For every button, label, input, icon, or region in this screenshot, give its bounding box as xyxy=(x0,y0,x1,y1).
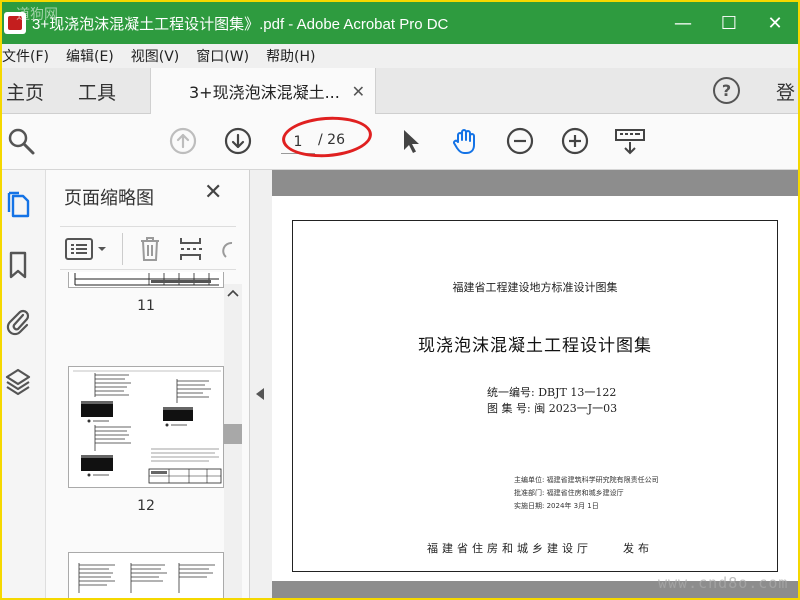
tab-bar: 主页 工具 3+现浇泡沫混凝土... ✕ ? 登 xyxy=(2,68,798,114)
document-publish-word: 发布 xyxy=(623,542,653,555)
document-title: 现浇泡沫混凝土工程设计图集 xyxy=(418,336,652,356)
menu-window[interactable]: 窗口(W) xyxy=(196,46,258,66)
minimize-button[interactable]: — xyxy=(660,2,706,44)
document-code-line: 统一编号: DBJT 13一122 xyxy=(487,386,617,399)
thumbnails-panel: 页面缩略图 ✕ 11 12 xyxy=(46,170,250,598)
close-window-button[interactable]: ✕ xyxy=(752,2,798,44)
document-atlas-line: 图 集 号: 闽 2023一J一03 xyxy=(487,402,618,415)
previous-page-icon[interactable] xyxy=(168,126,198,156)
bookmark-icon[interactable] xyxy=(5,250,31,280)
document-editor-line: 主编单位: 福建省建筑科学研究院有限责任公司 xyxy=(514,476,659,484)
toolbar: 1 / 26 xyxy=(2,114,798,170)
menu-bar: 文件(F) 编辑(E) 视图(V) 窗口(W) 帮助(H) xyxy=(2,44,798,68)
menu-help[interactable]: 帮助(H) xyxy=(266,46,324,66)
thumbnail-list: 11 12 xyxy=(60,272,242,598)
attachment-icon[interactable] xyxy=(5,306,31,336)
insert-page-icon[interactable] xyxy=(178,235,204,263)
close-tab-icon[interactable]: ✕ xyxy=(352,82,365,101)
thumbnails-title: 页面缩略图 xyxy=(64,188,154,209)
page-border: 福建省工程建设地方标准设计图集 现浇泡沫混凝土工程设计图集 统一编号: DBJT… xyxy=(292,220,778,572)
document-page: 福建省工程建设地方标准设计图集 现浇泡沫混凝土工程设计图集 统一编号: DBJT… xyxy=(272,196,798,581)
options-menu-icon[interactable] xyxy=(64,237,110,261)
thumbnail-page-13[interactable] xyxy=(68,552,224,598)
rotate-page-icon[interactable] xyxy=(218,235,234,263)
toolbar-divider xyxy=(122,233,123,265)
menu-view[interactable]: 视图(V) xyxy=(131,46,189,66)
next-page-icon[interactable] xyxy=(223,126,253,156)
acrobat-window: 道狗网 3+现浇泡沫混凝土工程设计图集》.pdf - Adobe Acrobat… xyxy=(0,0,800,600)
thumbnail-page-11[interactable] xyxy=(68,272,224,288)
window-controls: — ☐ ✕ xyxy=(660,2,798,44)
layers-icon[interactable] xyxy=(5,366,31,396)
document-date-line: 实施日期: 2024年 3月 1日 xyxy=(514,502,599,510)
window-title: 3+现浇泡沫混凝土工程设计图集》.pdf - Adobe Acrobat Pro… xyxy=(32,15,449,33)
tab-home[interactable]: 主页 xyxy=(6,78,44,105)
zoom-out-icon[interactable] xyxy=(505,126,535,156)
thumbnail-number-12: 12 xyxy=(137,498,155,514)
delete-page-icon[interactable] xyxy=(138,235,162,263)
sign-in-link[interactable]: 登 xyxy=(776,78,795,105)
read-mode-icon[interactable] xyxy=(614,126,646,156)
panel-collapse-strip[interactable] xyxy=(250,170,272,598)
thumbnail-toolbar xyxy=(60,226,236,270)
watermark-bottom: www.cnd8o.com xyxy=(658,574,789,592)
thumbnail-page-12[interactable] xyxy=(68,366,224,488)
document-header: 福建省工程建设地方标准设计图集 xyxy=(452,281,618,294)
hand-tool-icon[interactable] xyxy=(450,126,480,156)
menu-file[interactable]: 文件(F) xyxy=(2,46,58,66)
maximize-button[interactable]: ☐ xyxy=(706,2,752,44)
scrollbar-thumb[interactable] xyxy=(224,424,242,444)
navigation-rail xyxy=(2,170,46,598)
tab-document[interactable]: 3+现浇泡沫混凝土... ✕ xyxy=(150,68,376,114)
document-view[interactable]: 福建省工程建设地方标准设计图集 现浇泡沫混凝土工程设计图集 统一编号: DBJT… xyxy=(272,170,798,598)
document-publisher: 福建省住房和城乡建设厅 xyxy=(427,542,592,555)
page-thumbnails-icon[interactable] xyxy=(5,190,31,220)
document-tab-label: 3+现浇泡沫混凝土... xyxy=(189,83,340,102)
thumbnail-number-11: 11 xyxy=(137,298,155,314)
select-cursor-icon[interactable] xyxy=(396,126,426,156)
zoom-in-icon[interactable] xyxy=(560,126,590,156)
help-icon[interactable]: ? xyxy=(713,77,740,104)
search-icon[interactable] xyxy=(6,126,36,156)
scroll-up-icon[interactable] xyxy=(224,284,242,302)
tab-tools[interactable]: 工具 xyxy=(78,78,116,105)
watermark-top: 道狗网 xyxy=(16,7,58,23)
menu-edit[interactable]: 编辑(E) xyxy=(66,46,123,66)
close-panel-icon[interactable]: ✕ xyxy=(204,180,222,205)
collapse-arrow-icon[interactable] xyxy=(256,388,264,400)
title-bar: 道狗网 3+现浇泡沫混凝土工程设计图集》.pdf - Adobe Acrobat… xyxy=(2,2,798,44)
document-approver-line: 批准部门: 福建省住房和城乡建设厅 xyxy=(514,489,624,497)
